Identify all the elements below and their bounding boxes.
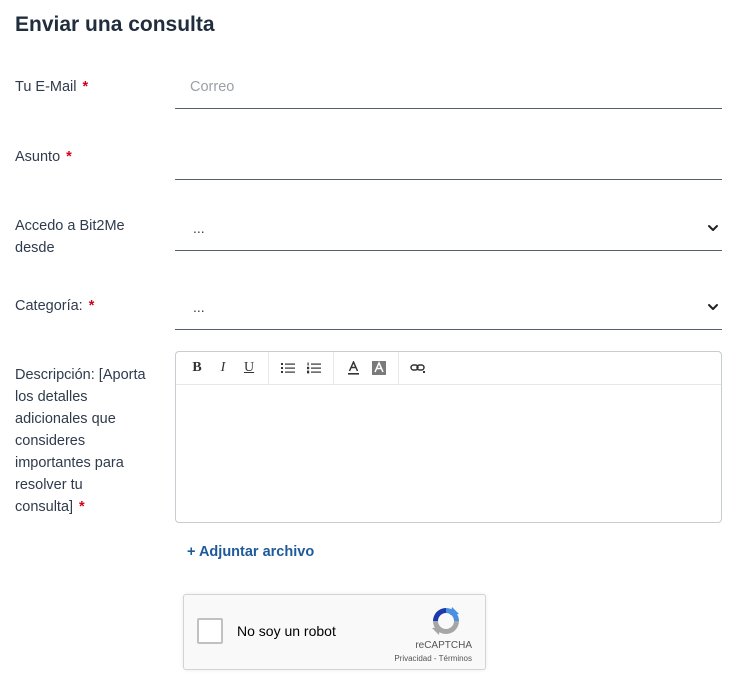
- category-label: Categoría: *: [15, 298, 95, 314]
- required-mark: *: [79, 499, 85, 515]
- chevron-down-icon: [708, 225, 718, 231]
- description-textarea[interactable]: [176, 385, 721, 522]
- access-select-value: ...: [193, 220, 205, 236]
- underline-button[interactable]: U: [236, 355, 262, 381]
- link-button[interactable]: [405, 355, 431, 381]
- link-icon: [410, 364, 425, 373]
- recaptcha-separator: -: [433, 654, 437, 663]
- font-color-button[interactable]: [340, 355, 366, 381]
- recaptcha-label: No soy un robot: [237, 623, 336, 639]
- font-color-icon: [347, 361, 359, 375]
- bold-button[interactable]: B: [184, 355, 210, 381]
- bulleted-list-icon: [281, 363, 295, 373]
- toolbar-divider: [333, 352, 334, 384]
- numbered-list-button[interactable]: [301, 355, 327, 381]
- description-label: Descripción: [Aporta los detalles adicio…: [15, 367, 146, 515]
- chevron-down-icon: [708, 304, 718, 310]
- page-title: Enviar una consulta: [15, 13, 215, 36]
- required-mark: *: [88, 298, 95, 314]
- recaptcha-logo-icon: [432, 607, 459, 635]
- numbered-list-icon: [307, 362, 321, 374]
- italic-button[interactable]: I: [210, 355, 236, 381]
- subject-field-wrapper: [175, 137, 722, 180]
- toolbar-divider: [268, 352, 269, 384]
- category-select[interactable]: ...: [175, 285, 722, 330]
- attach-file-link[interactable]: + Adjuntar archivo: [187, 544, 314, 560]
- recaptcha-terms-link[interactable]: Términos: [439, 654, 472, 663]
- description-editor: B I U: [175, 351, 722, 523]
- category-select-value: ...: [193, 299, 205, 315]
- recaptcha-links: Privacidad - Términos: [394, 654, 472, 663]
- recaptcha-widget: No soy un robot reCAPTCHA Privacidad - T…: [183, 594, 486, 670]
- highlight-color-button[interactable]: [366, 355, 392, 381]
- bulleted-list-button[interactable]: [275, 355, 301, 381]
- required-mark: *: [82, 79, 89, 95]
- email-field[interactable]: [175, 66, 722, 108]
- email-label: Tu E-Mail *: [15, 79, 89, 95]
- editor-toolbar: B I U: [176, 352, 721, 385]
- required-mark: *: [66, 149, 72, 165]
- toolbar-divider: [398, 352, 399, 384]
- subject-field[interactable]: [175, 137, 722, 179]
- subject-label: Asunto *: [15, 149, 72, 165]
- access-select[interactable]: ...: [175, 206, 722, 251]
- highlight-color-icon: [372, 361, 386, 375]
- email-field-wrapper: [175, 66, 722, 109]
- recaptcha-brand: reCAPTCHA: [415, 640, 472, 651]
- recaptcha-checkbox[interactable]: [197, 618, 223, 644]
- access-label: Accedo a Bit2Me desde: [15, 218, 125, 256]
- recaptcha-privacy-link[interactable]: Privacidad: [394, 654, 431, 663]
